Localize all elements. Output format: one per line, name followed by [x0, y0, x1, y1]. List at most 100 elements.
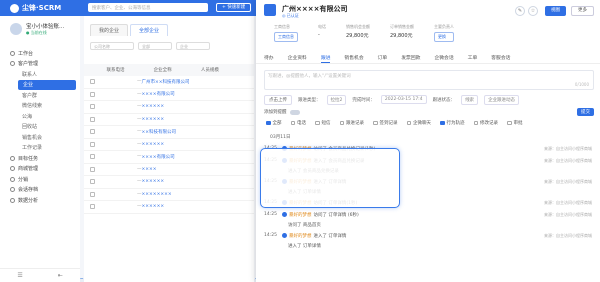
user-profile[interactable]: 宝小小体验账... ● 当前在线: [10, 22, 64, 36]
row-checkbox[interactable]: [90, 204, 95, 210]
checkbox-icon[interactable]: [440, 120, 445, 126]
row-company-link[interactable]: ××××: [142, 167, 157, 172]
reminder-toggle[interactable]: [289, 109, 300, 115]
record-type-3[interactable]: 跟进记录: [339, 120, 364, 126]
table-row[interactable]: — ××××××: [84, 101, 254, 114]
checkbox-icon[interactable]: [373, 120, 378, 126]
row-checkbox[interactable]: [90, 154, 95, 160]
sidebar-item-6[interactable]: 公海: [0, 111, 80, 122]
table-row[interactable]: — ××××××: [84, 201, 254, 214]
record-type-5[interactable]: 企微聊天: [406, 120, 431, 126]
drawer-tab-0[interactable]: 待办: [264, 54, 274, 63]
row-checkbox[interactable]: [90, 116, 95, 122]
submit-button[interactable]: 提交: [577, 108, 594, 116]
star-icon[interactable]: ☆: [528, 6, 538, 16]
visibility-select[interactable]: 企业跟进动态: [484, 94, 520, 105]
record-type-1[interactable]: 电话: [290, 120, 306, 126]
row-checkbox[interactable]: [90, 91, 95, 97]
row-checkbox[interactable]: [90, 166, 95, 172]
sidebar-item-2[interactable]: 联系人: [0, 69, 80, 80]
view-button[interactable]: 视图: [545, 6, 566, 16]
sidebar-item-0[interactable]: 工作台: [0, 48, 80, 59]
info-value[interactable]: 更换: [434, 32, 454, 42]
row-checkbox[interactable]: [90, 104, 95, 110]
row-company-link[interactable]: ××××××: [142, 179, 165, 184]
tab-0[interactable]: 我的企业: [90, 24, 129, 36]
record-type-8[interactable]: 审批: [507, 120, 523, 126]
column-checkbox[interactable]: [90, 67, 107, 73]
entry-user[interactable]: 暴好的梦想: [289, 210, 312, 218]
follow-type-select[interactable]: 拉拉2: [326, 94, 347, 105]
row-company-link[interactable]: ××××××: [142, 142, 165, 147]
global-search-input[interactable]: 搜索客户、企业、公海等信息: [88, 3, 208, 12]
row-checkbox[interactable]: [90, 79, 95, 85]
drawer-tab-8[interactable]: 客服会话: [491, 54, 510, 63]
time-picker[interactable]: 2022-03-15 17:4: [380, 95, 427, 104]
drawer-tab-4[interactable]: 订单: [378, 54, 388, 63]
record-type-0[interactable]: 全部: [266, 120, 282, 126]
more-button[interactable]: 更多: [571, 6, 594, 16]
table-row[interactable]: — ××科技有限公司: [84, 126, 254, 139]
row-checkbox[interactable]: [90, 141, 95, 147]
record-type-4[interactable]: 签到记录: [373, 120, 398, 126]
row-company-link[interactable]: ××××有限公司: [142, 91, 175, 97]
collapse-icon[interactable]: ⇤: [58, 272, 63, 279]
sidebar-item-9[interactable]: 工作记录: [0, 143, 80, 154]
sidebar-item-1[interactable]: 客户管理: [0, 59, 80, 70]
sidebar-item-7[interactable]: 回收站: [0, 122, 80, 133]
tab-1[interactable]: 全部企业: [130, 24, 169, 36]
table-row[interactable]: — 广州市××科技有限公司: [84, 76, 254, 89]
checkbox-icon[interactable]: [507, 120, 512, 126]
upload-button[interactable]: 点击上传: [264, 94, 292, 105]
filter-scope[interactable]: 全部: [138, 42, 172, 50]
checkbox-icon[interactable]: [315, 120, 320, 126]
checkbox-icon[interactable]: [473, 120, 478, 126]
filter-type[interactable]: 企业: [176, 42, 210, 50]
row-company-link[interactable]: ××××××: [142, 117, 165, 122]
sidebar-item-13[interactable]: 会话存档: [0, 185, 80, 196]
checkbox-icon[interactable]: [290, 120, 295, 126]
row-company-link[interactable]: ××××××: [142, 104, 165, 109]
table-row[interactable]: — ××××有限公司: [84, 151, 254, 164]
drawer-tab-5[interactable]: 发票回款: [401, 54, 420, 63]
table-row[interactable]: — ××××××: [84, 139, 254, 151]
sidebar-item-11[interactable]: 商城管理: [0, 164, 80, 175]
row-checkbox[interactable]: [90, 129, 95, 135]
settings-icon[interactable]: ☰: [17, 272, 22, 279]
entry-user[interactable]: 暴好的梦想: [289, 231, 312, 239]
table-row[interactable]: — ××××××××: [84, 189, 254, 201]
quick-create-button[interactable]: + 快速新建: [216, 3, 252, 12]
table-row[interactable]: — ××××: [84, 164, 254, 176]
row-checkbox[interactable]: [90, 191, 95, 197]
drawer-tab-3[interactable]: 销售机会: [344, 54, 363, 63]
row-checkbox[interactable]: [90, 179, 95, 185]
row-company-link[interactable]: 广州市××科技有限公司: [142, 79, 190, 85]
table-row[interactable]: — ××××有限公司: [84, 89, 254, 101]
record-type-6[interactable]: 行为轨迹: [440, 120, 465, 126]
table-row[interactable]: — ××××××: [84, 114, 254, 126]
sidebar-item-14[interactable]: 数据分析: [0, 195, 80, 206]
row-company-link[interactable]: ××科技有限公司: [142, 129, 177, 135]
sidebar-item-3[interactable]: 企业: [18, 79, 76, 90]
status-select[interactable]: 线索: [461, 94, 479, 105]
drawer-tab-6[interactable]: 企微会话: [434, 54, 453, 63]
record-type-7[interactable]: 修改记录: [473, 120, 498, 126]
filter-company-name[interactable]: 公司名称: [90, 42, 134, 50]
sidebar-item-4[interactable]: 客户群: [0, 90, 80, 101]
drawer-tab-7[interactable]: 工单: [468, 54, 478, 63]
row-company-link[interactable]: ××××××××: [142, 192, 172, 197]
checkbox-icon[interactable]: [339, 120, 344, 126]
follow-up-input[interactable]: 写跟进，@提醒他人，输入“/”设置关键词 0/1000: [264, 70, 594, 90]
edit-icon[interactable]: ✎: [515, 6, 525, 16]
drawer-tab-1[interactable]: 企业资料: [288, 54, 307, 63]
sidebar-item-8[interactable]: 销售机会: [0, 132, 80, 143]
row-company-link[interactable]: ××××有限公司: [142, 154, 175, 160]
sidebar-item-12[interactable]: 分销: [0, 174, 80, 185]
checkbox-icon[interactable]: [266, 120, 271, 126]
info-value[interactable]: 工商信息: [274, 32, 298, 42]
checkbox-icon[interactable]: [406, 120, 411, 126]
drawer-tab-2[interactable]: 跟进: [320, 54, 331, 63]
sidebar-item-10[interactable]: 目标任务: [0, 153, 80, 164]
row-company-link[interactable]: ××××××: [142, 204, 165, 209]
record-type-2[interactable]: 短信: [315, 120, 331, 126]
